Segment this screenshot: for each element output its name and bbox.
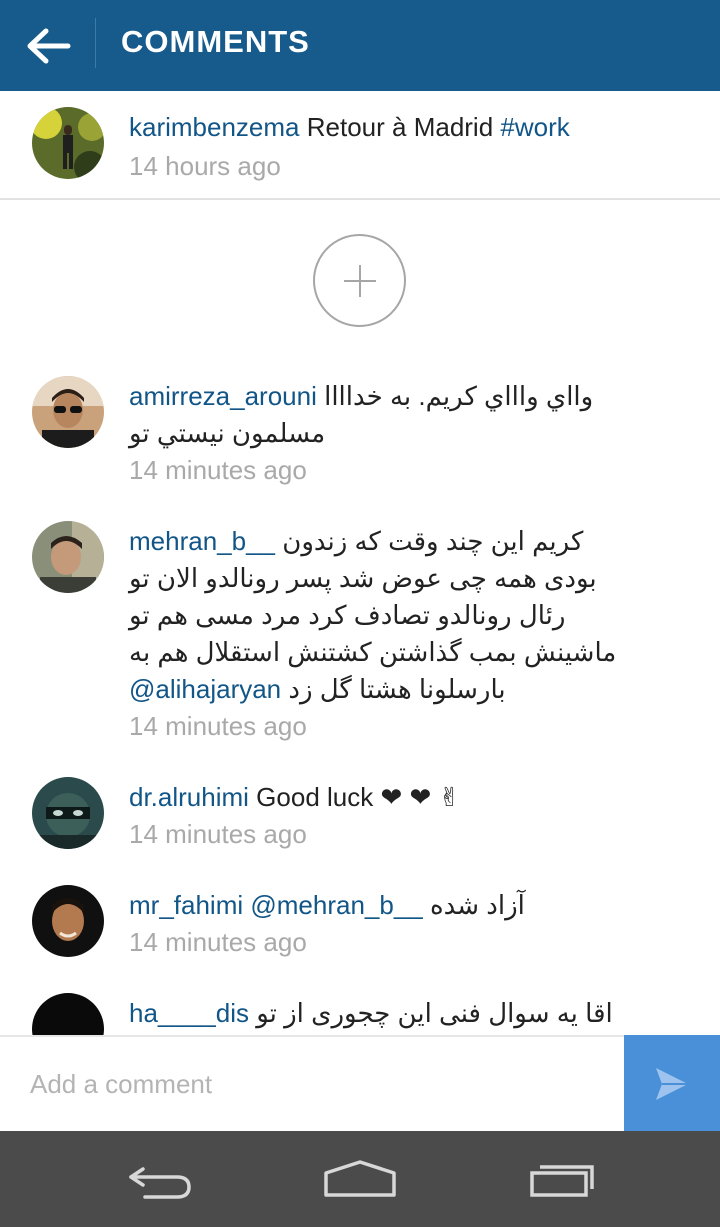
avatar[interactable] <box>32 993 104 1035</box>
comment-text: آزاد شده <box>430 890 525 920</box>
avatar[interactable] <box>32 885 104 957</box>
comment-username[interactable]: mr_fahimi <box>129 890 243 920</box>
caption-username[interactable]: karimbenzema <box>129 112 300 142</box>
comment-text: Good luck ❤ ❤ ✌ <box>256 782 461 812</box>
comment-mention[interactable]: @alihajaryan <box>129 674 281 704</box>
header-divider <box>95 18 96 68</box>
comment-username[interactable]: mehran_b__ <box>129 526 275 556</box>
caption-hashtag[interactable]: #work <box>500 112 569 142</box>
comment-text: وااي واااي كريم. به خداااا <box>324 381 594 411</box>
comment-time: 14 minutes ago <box>129 455 307 485</box>
load-more-button[interactable] <box>313 234 406 327</box>
comment-mention[interactable]: @mehran_b__ <box>250 890 422 920</box>
comment-text: اقا یه سوال فنی این چجوری از تو <box>256 998 613 1028</box>
comment-input[interactable] <box>30 1061 610 1107</box>
comment-username[interactable]: dr.alruhimi <box>129 782 249 812</box>
recents-nav-icon <box>530 1165 594 1197</box>
top-app-bar: COMMENTS <box>0 0 720 91</box>
back-button[interactable] <box>0 0 96 91</box>
comment-text: کریم این چند وقت که زندون <box>282 526 584 556</box>
send-button[interactable] <box>624 1035 720 1133</box>
nav-recents-button[interactable] <box>522 1155 602 1203</box>
nav-back-button[interactable] <box>120 1155 200 1203</box>
back-nav-icon <box>129 1167 191 1199</box>
home-nav-icon <box>324 1160 396 1197</box>
caption-time: 14 hours ago <box>129 151 281 181</box>
caption-text: Retour à Madrid <box>306 112 494 142</box>
avatar[interactable] <box>32 777 104 849</box>
avatar[interactable] <box>32 107 104 179</box>
comment-username[interactable]: amirreza_arouni <box>129 381 317 411</box>
comment-text-line: رئال رونالدو تصادف کرد مرد مسی هم تو <box>129 600 566 630</box>
comment-time: 14 minutes ago <box>129 711 307 741</box>
avatar[interactable] <box>32 521 104 593</box>
nav-home-button[interactable] <box>320 1155 400 1203</box>
post-caption: karimbenzema Retour à Madrid #work 14 ho… <box>0 91 720 200</box>
system-nav-bar <box>0 1131 720 1227</box>
comment-text-line: ماشینش بمب گذاشتن کشتنش استقلال هم به <box>129 637 617 667</box>
arrow-left-icon <box>27 28 71 63</box>
comment-text-line: مسلمون نيستي تو <box>129 418 326 448</box>
comments-list[interactable]: amirreza_arouni وااي واااي كريم. به خداا… <box>0 330 720 1035</box>
page-title: COMMENTS <box>121 24 310 59</box>
send-arrow-icon <box>656 1068 688 1100</box>
avatar[interactable] <box>32 376 104 448</box>
comment-username[interactable]: ha____dis <box>129 998 249 1028</box>
comment-time: 14 minutes ago <box>129 819 307 849</box>
comment-time: 14 minutes ago <box>129 927 307 957</box>
comment-text-line: بودی همه چی عوض شد پسر رونالدو الان تو <box>129 563 597 593</box>
comment-composer <box>0 1035 720 1133</box>
comment-text: بارسلونا هشتا گل زد <box>288 674 506 704</box>
